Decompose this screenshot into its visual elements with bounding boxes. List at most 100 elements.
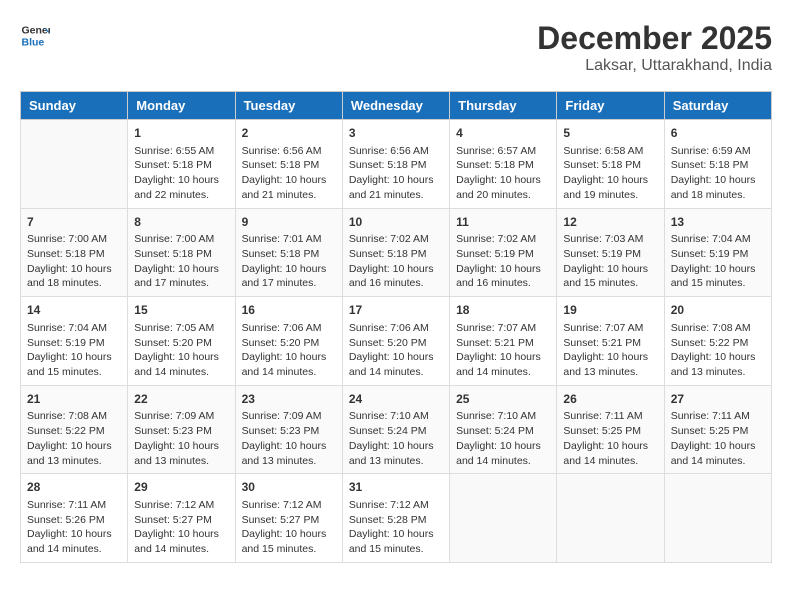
day-number: 3 (349, 125, 443, 142)
day-number: 11 (456, 214, 550, 231)
day-info: Sunrise: 7:07 AM Sunset: 5:21 PM Dayligh… (563, 321, 657, 380)
calendar-cell: 16 Sunrise: 7:06 AM Sunset: 5:20 PM Dayli… (235, 297, 342, 386)
calendar-cell: 9Sunrise: 7:01 AM Sunset: 5:18 PM Daylig… (235, 208, 342, 297)
day-info: Sunrise: 7:01 AM Sunset: 5:18 PM Dayligh… (242, 232, 336, 291)
calendar-table: SundayMondayTuesdayWednesdayThursdayFrid… (20, 91, 772, 563)
calendar-cell: 30 Sunrise: 7:12 AM Sunset: 5:27 PM Dayli… (235, 474, 342, 563)
day-of-week-header: Tuesday (235, 92, 342, 120)
day-number: 16 (242, 302, 336, 319)
day-info: Sunrise: 6:59 AM Sunset: 5:18 PM Dayligh… (671, 144, 765, 203)
day-number: 23 (242, 391, 336, 408)
calendar-cell: 12Sunrise: 7:03 AM Sunset: 5:19 PM Dayli… (557, 208, 664, 297)
logo: General Blue (20, 20, 50, 50)
logo-icon: General Blue (20, 20, 50, 50)
day-number: 29 (134, 479, 228, 496)
day-info: Sunrise: 6:55 AM Sunset: 5:18 PM Dayligh… (134, 144, 228, 203)
day-number: 13 (671, 214, 765, 231)
calendar-cell: 1 Sunrise: 6:55 AM Sunset: 5:18 PM Daylig… (128, 120, 235, 209)
day-number: 21 (27, 391, 121, 408)
day-info: Sunrise: 7:02 AM Sunset: 5:18 PM Dayligh… (349, 232, 443, 291)
day-number: 17 (349, 302, 443, 319)
day-number: 31 (349, 479, 443, 496)
day-info: Sunrise: 7:12 AM Sunset: 5:27 PM Dayligh… (134, 498, 228, 557)
day-info: Sunrise: 7:07 AM Sunset: 5:21 PM Dayligh… (456, 321, 550, 380)
day-number: 14 (27, 302, 121, 319)
title-block: December 2025 Laksar, Uttarakhand, India (537, 20, 772, 75)
calendar-cell: 27Sunrise: 7:11 AM Sunset: 5:25 PM Dayli… (664, 385, 771, 474)
page-header: General Blue December 2025 Laksar, Uttar… (20, 20, 772, 75)
day-number: 20 (671, 302, 765, 319)
calendar-week-row: 7Sunrise: 7:00 AM Sunset: 5:18 PM Daylig… (21, 208, 772, 297)
calendar-cell: 19 Sunrise: 7:07 AM Sunset: 5:21 PM Dayli… (557, 297, 664, 386)
calendar-cell: 22Sunrise: 7:09 AM Sunset: 5:23 PM Dayli… (128, 385, 235, 474)
calendar-body: 1 Sunrise: 6:55 AM Sunset: 5:18 PM Daylig… (21, 120, 772, 563)
day-of-week-header: Monday (128, 92, 235, 120)
day-header-row: SundayMondayTuesdayWednesdayThursdayFrid… (21, 92, 772, 120)
day-number: 27 (671, 391, 765, 408)
calendar-cell: 31 Sunrise: 7:12 AM Sunset: 5:28 PM Dayli… (342, 474, 449, 563)
day-number: 4 (456, 125, 550, 142)
day-of-week-header: Wednesday (342, 92, 449, 120)
day-number: 19 (563, 302, 657, 319)
day-info: Sunrise: 7:05 AM Sunset: 5:20 PM Dayligh… (134, 321, 228, 380)
day-number: 25 (456, 391, 550, 408)
calendar-cell: 28 Sunrise: 7:11 AM Sunset: 5:26 PM Dayli… (21, 474, 128, 563)
day-number: 26 (563, 391, 657, 408)
calendar-cell: 29 Sunrise: 7:12 AM Sunset: 5:27 PM Dayli… (128, 474, 235, 563)
day-info: Sunrise: 7:11 AM Sunset: 5:26 PM Dayligh… (27, 498, 121, 557)
location-subtitle: Laksar, Uttarakhand, India (537, 57, 772, 75)
calendar-cell: 4Sunrise: 6:57 AM Sunset: 5:18 PM Daylig… (450, 120, 557, 209)
calendar-cell: 14 Sunrise: 7:04 AM Sunset: 5:19 PM Dayli… (21, 297, 128, 386)
day-info: Sunrise: 7:04 AM Sunset: 5:19 PM Dayligh… (671, 232, 765, 291)
calendar-cell: 17 Sunrise: 7:06 AM Sunset: 5:20 PM Dayli… (342, 297, 449, 386)
calendar-cell: 10Sunrise: 7:02 AM Sunset: 5:18 PM Dayli… (342, 208, 449, 297)
day-info: Sunrise: 7:00 AM Sunset: 5:18 PM Dayligh… (134, 232, 228, 291)
day-info: Sunrise: 7:11 AM Sunset: 5:25 PM Dayligh… (671, 409, 765, 468)
day-number: 9 (242, 214, 336, 231)
day-number: 6 (671, 125, 765, 142)
day-info: Sunrise: 7:00 AM Sunset: 5:18 PM Dayligh… (27, 232, 121, 291)
day-info: Sunrise: 7:12 AM Sunset: 5:27 PM Dayligh… (242, 498, 336, 557)
calendar-cell (450, 474, 557, 563)
day-number: 1 (134, 125, 228, 142)
day-info: Sunrise: 7:12 AM Sunset: 5:28 PM Dayligh… (349, 498, 443, 557)
day-of-week-header: Sunday (21, 92, 128, 120)
day-number: 22 (134, 391, 228, 408)
day-info: Sunrise: 7:09 AM Sunset: 5:23 PM Dayligh… (134, 409, 228, 468)
calendar-cell: 18 Sunrise: 7:07 AM Sunset: 5:21 PM Dayli… (450, 297, 557, 386)
calendar-cell: 11Sunrise: 7:02 AM Sunset: 5:19 PM Dayli… (450, 208, 557, 297)
calendar-cell: 6 Sunrise: 6:59 AM Sunset: 5:18 PM Daylig… (664, 120, 771, 209)
day-info: Sunrise: 7:08 AM Sunset: 5:22 PM Dayligh… (671, 321, 765, 380)
calendar-cell: 13Sunrise: 7:04 AM Sunset: 5:19 PM Dayli… (664, 208, 771, 297)
day-number: 10 (349, 214, 443, 231)
day-info: Sunrise: 7:02 AM Sunset: 5:19 PM Dayligh… (456, 232, 550, 291)
day-number: 30 (242, 479, 336, 496)
calendar-cell: 21Sunrise: 7:08 AM Sunset: 5:22 PM Dayli… (21, 385, 128, 474)
day-info: Sunrise: 6:56 AM Sunset: 5:18 PM Dayligh… (349, 144, 443, 203)
calendar-cell: 15 Sunrise: 7:05 AM Sunset: 5:20 PM Dayli… (128, 297, 235, 386)
day-of-week-header: Thursday (450, 92, 557, 120)
calendar-cell: 7Sunrise: 7:00 AM Sunset: 5:18 PM Daylig… (21, 208, 128, 297)
day-of-week-header: Saturday (664, 92, 771, 120)
calendar-week-row: 14 Sunrise: 7:04 AM Sunset: 5:19 PM Dayli… (21, 297, 772, 386)
day-info: Sunrise: 7:06 AM Sunset: 5:20 PM Dayligh… (349, 321, 443, 380)
day-info: Sunrise: 6:58 AM Sunset: 5:18 PM Dayligh… (563, 144, 657, 203)
day-number: 15 (134, 302, 228, 319)
day-info: Sunrise: 7:09 AM Sunset: 5:23 PM Dayligh… (242, 409, 336, 468)
day-number: 7 (27, 214, 121, 231)
day-number: 12 (563, 214, 657, 231)
calendar-cell: 24Sunrise: 7:10 AM Sunset: 5:24 PM Dayli… (342, 385, 449, 474)
day-info: Sunrise: 6:56 AM Sunset: 5:18 PM Dayligh… (242, 144, 336, 203)
calendar-week-row: 28 Sunrise: 7:11 AM Sunset: 5:26 PM Dayli… (21, 474, 772, 563)
calendar-cell: 8Sunrise: 7:00 AM Sunset: 5:18 PM Daylig… (128, 208, 235, 297)
calendar-week-row: 1 Sunrise: 6:55 AM Sunset: 5:18 PM Daylig… (21, 120, 772, 209)
day-number: 28 (27, 479, 121, 496)
day-info: Sunrise: 7:03 AM Sunset: 5:19 PM Dayligh… (563, 232, 657, 291)
day-number: 2 (242, 125, 336, 142)
day-info: Sunrise: 7:04 AM Sunset: 5:19 PM Dayligh… (27, 321, 121, 380)
day-number: 18 (456, 302, 550, 319)
calendar-cell: 2 Sunrise: 6:56 AM Sunset: 5:18 PM Daylig… (235, 120, 342, 209)
calendar-cell: 5Sunrise: 6:58 AM Sunset: 5:18 PM Daylig… (557, 120, 664, 209)
calendar-cell: 23Sunrise: 7:09 AM Sunset: 5:23 PM Dayli… (235, 385, 342, 474)
day-info: Sunrise: 7:06 AM Sunset: 5:20 PM Dayligh… (242, 321, 336, 380)
